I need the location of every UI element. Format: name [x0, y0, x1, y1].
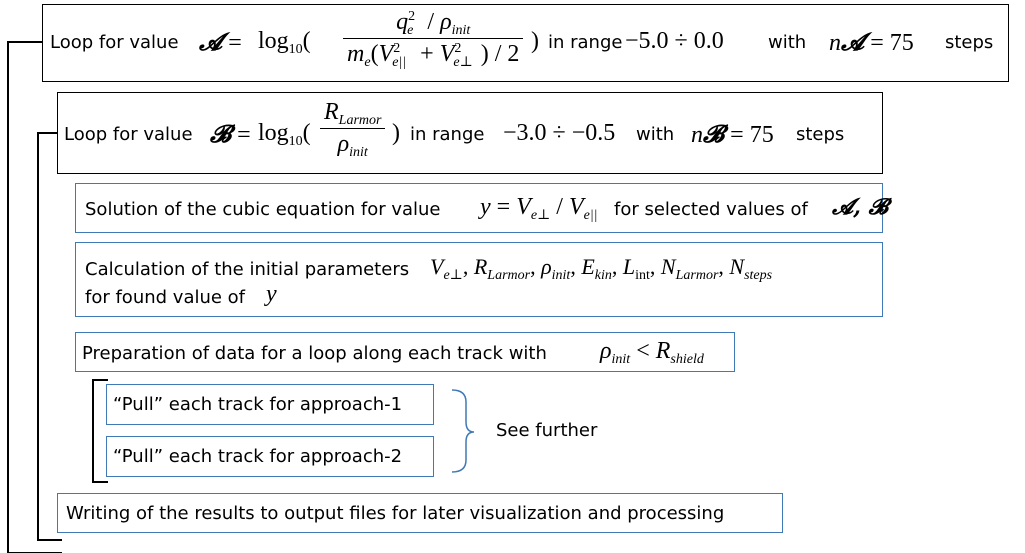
loop-b-steps-label: steps: [796, 124, 845, 145]
calc-param: Nsteps: [729, 254, 773, 283]
loop-a-range: −5.0 ÷ 0.0: [625, 28, 724, 54]
pull-approach-1-label: “Pull” each track for approach-1: [113, 394, 403, 415]
calc-params: Ve⊥, RLarmor, ρinit, Ekin, Lint, NLarmor…: [430, 254, 773, 283]
see-further-brace: [451, 389, 475, 473]
calc-param: ρinit: [541, 254, 571, 283]
loop-b-range-label: in range: [410, 124, 485, 145]
loop-a-range-label: in range: [548, 32, 623, 53]
loop-b-range: −3.0 ÷ −0.5: [503, 120, 616, 146]
writing-box: Writing of the results to output files f…: [57, 493, 783, 533]
cubic-formula: y = Ve⊥ / Ve||: [480, 194, 598, 223]
calc-box: Calculation of the initial parameters Ve…: [75, 242, 883, 317]
pull-approach-1-box: “Pull” each track for approach-1: [106, 384, 434, 425]
cubic-box: Solution of the cubic equation for value…: [75, 183, 888, 233]
calc-line2: for found value of: [85, 287, 246, 308]
loop-a-prefix: Loop for value: [50, 32, 179, 53]
loop-b-n: n𝓑 = 75: [691, 119, 774, 148]
loop-a-steps-label: steps: [945, 32, 994, 53]
calc-param: RLarmor: [473, 254, 531, 283]
see-further-label: See further: [496, 420, 598, 441]
loop-a-bracket: [7, 41, 62, 553]
loop-b-symbol: 𝓑 =: [210, 119, 251, 148]
calc-line1: Calculation of the initial parameters: [85, 259, 410, 280]
loop-a-box: Loop for value 𝓐 = log10( q2e / ρinit me…: [42, 4, 1009, 82]
loop-a-close-paren: ): [531, 28, 539, 54]
calc-param: Lint: [622, 254, 650, 283]
loop-b-fraction: RLarmor ρinit: [320, 99, 386, 160]
calc-param: Ve⊥: [430, 254, 463, 283]
calc-param: Ekin: [581, 254, 612, 283]
loop-a-n: n𝓐 = 75: [829, 27, 914, 56]
loop-a-symbol: 𝓐 =: [199, 27, 242, 56]
prep-text: Preparation of data for a loop along eac…: [82, 343, 547, 364]
writing-label: Writing of the results to output files f…: [66, 503, 725, 524]
loop-b-log: log10(: [258, 120, 311, 149]
cubic-tail: for selected values of: [614, 199, 808, 220]
cubic-text: Solution of the cubic equation for value: [85, 199, 441, 220]
loop-a-log: log10(: [258, 28, 311, 57]
prep-formula: ρinit < Rshield: [600, 338, 704, 367]
loop-b-close-paren: ): [392, 120, 400, 146]
loop-a-with-label: with: [768, 32, 807, 53]
loop-b-prefix: Loop for value: [64, 124, 193, 145]
loop-b-with-label: with: [636, 124, 675, 145]
pull-approach-2-box: “Pull” each track for approach-2: [106, 436, 434, 477]
loop-b-box: Loop for value 𝓑 = log10( RLarmor ρinit …: [57, 92, 883, 174]
cubic-symbols: 𝓐, 𝓑: [832, 194, 888, 220]
loop-a-fraction: q2e / ρinit me(V2e|| + V2e⊥) / 2: [343, 9, 524, 70]
prep-box: Preparation of data for a loop along eac…: [75, 332, 735, 372]
calc-y: y: [266, 281, 277, 307]
loop-b-bracket: [37, 132, 62, 541]
calc-param: NLarmor: [660, 254, 719, 283]
pull-approach-2-label: “Pull” each track for approach-2: [113, 446, 403, 467]
